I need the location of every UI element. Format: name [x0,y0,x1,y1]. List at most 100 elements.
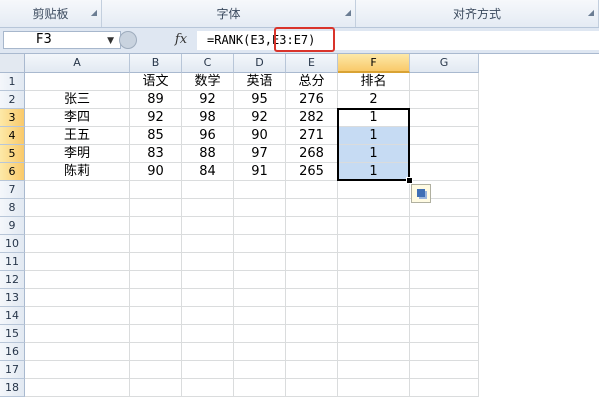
cell-a18[interactable] [25,379,130,397]
name-box[interactable]: F3 ▼ [3,31,121,49]
row-header-18[interactable]: 18 [0,379,25,397]
cell-b15[interactable] [130,325,182,343]
cell-c1[interactable]: 数学 [182,73,234,91]
cell-b10[interactable] [130,235,182,253]
cell-a8[interactable] [25,199,130,217]
cell-e11[interactable] [286,253,338,271]
cell-g12[interactable] [410,271,479,289]
cell-g4[interactable] [410,127,479,145]
dialog-launcher-icon[interactable]: ◢ [91,9,97,17]
cell-d4[interactable]: 90 [234,127,286,145]
cell-f6[interactable]: 1 [338,163,410,181]
cell-e16[interactable] [286,343,338,361]
cell-d15[interactable] [234,325,286,343]
cell-b18[interactable] [130,379,182,397]
cell-d10[interactable] [234,235,286,253]
cell-g17[interactable] [410,361,479,379]
cell-c17[interactable] [182,361,234,379]
cell-d7[interactable] [234,181,286,199]
cell-e5[interactable]: 268 [286,145,338,163]
cell-e6[interactable]: 265 [286,163,338,181]
column-header-d[interactable]: D [234,54,286,73]
row-header-14[interactable]: 14 [0,307,25,325]
cell-c6[interactable]: 84 [182,163,234,181]
cell-c11[interactable] [182,253,234,271]
cell-b1[interactable]: 语文 [130,73,182,91]
worksheet-grid[interactable]: A B C D E F G 1 语文 数学 英语 总分 排名 2 张三 89 92 95 276 2 3 李四 92 98 92… [0,54,599,398]
cell-e17[interactable] [286,361,338,379]
cell-a14[interactable] [25,307,130,325]
cell-a1[interactable] [25,73,130,91]
cell-f16[interactable] [338,343,410,361]
cell-f4[interactable]: 1 [338,127,410,145]
cell-c15[interactable] [182,325,234,343]
cell-e14[interactable] [286,307,338,325]
column-header-a[interactable]: A [25,54,130,73]
cell-e18[interactable] [286,379,338,397]
cell-g3[interactable] [410,109,479,127]
cell-a15[interactable] [25,325,130,343]
column-header-b[interactable]: B [130,54,182,73]
cell-d2[interactable]: 95 [234,91,286,109]
cell-a6[interactable]: 陈莉 [25,163,130,181]
row-header-15[interactable]: 15 [0,325,25,343]
cell-c8[interactable] [182,199,234,217]
cell-b4[interactable]: 85 [130,127,182,145]
cell-f15[interactable] [338,325,410,343]
cell-e4[interactable]: 271 [286,127,338,145]
cell-b11[interactable] [130,253,182,271]
fill-handle[interactable] [406,177,413,184]
cell-f5[interactable]: 1 [338,145,410,163]
row-header-6[interactable]: 6 [0,163,25,181]
cell-f11[interactable] [338,253,410,271]
cell-a9[interactable] [25,217,130,235]
cell-b8[interactable] [130,199,182,217]
cell-d5[interactable]: 97 [234,145,286,163]
cell-f1[interactable]: 排名 [338,73,410,91]
cell-g9[interactable] [410,217,479,235]
cell-g6[interactable] [410,163,479,181]
cell-e13[interactable] [286,289,338,307]
cell-a3[interactable]: 李四 [25,109,130,127]
cell-a11[interactable] [25,253,130,271]
cell-b17[interactable] [130,361,182,379]
row-header-1[interactable]: 1 [0,73,25,91]
cell-f10[interactable] [338,235,410,253]
cell-d9[interactable] [234,217,286,235]
cell-c16[interactable] [182,343,234,361]
cell-a2[interactable]: 张三 [25,91,130,109]
formula-bar-expand-button[interactable] [119,31,137,49]
cell-g10[interactable] [410,235,479,253]
column-header-c[interactable]: C [182,54,234,73]
cell-a16[interactable] [25,343,130,361]
cell-g11[interactable] [410,253,479,271]
cell-e3[interactable]: 282 [286,109,338,127]
row-header-9[interactable]: 9 [0,217,25,235]
cell-c2[interactable]: 92 [182,91,234,109]
row-header-3[interactable]: 3 [0,109,25,127]
cell-d13[interactable] [234,289,286,307]
cell-d16[interactable] [234,343,286,361]
cell-e8[interactable] [286,199,338,217]
cell-c18[interactable] [182,379,234,397]
cell-e10[interactable] [286,235,338,253]
cell-b6[interactable]: 90 [130,163,182,181]
cell-d11[interactable] [234,253,286,271]
cell-b12[interactable] [130,271,182,289]
cell-b9[interactable] [130,217,182,235]
cell-c14[interactable] [182,307,234,325]
cell-f7[interactable] [338,181,410,199]
column-header-e[interactable]: E [286,54,338,73]
chevron-down-icon[interactable]: ▼ [107,33,114,49]
column-header-g[interactable]: G [410,54,479,73]
cell-c10[interactable] [182,235,234,253]
cell-g18[interactable] [410,379,479,397]
cell-d18[interactable] [234,379,286,397]
row-header-5[interactable]: 5 [0,145,25,163]
cell-b3[interactable]: 92 [130,109,182,127]
cell-b16[interactable] [130,343,182,361]
cell-f17[interactable] [338,361,410,379]
auto-fill-options-icon[interactable] [411,184,431,203]
row-header-11[interactable]: 11 [0,253,25,271]
cell-g5[interactable] [410,145,479,163]
